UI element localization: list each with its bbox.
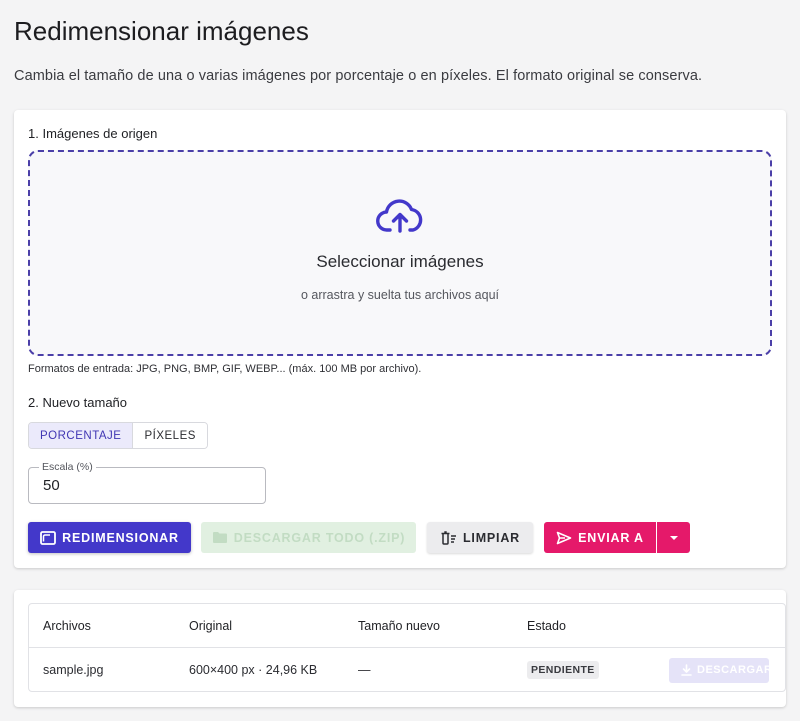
download-cell: DESCARGAR — [669, 648, 773, 691]
download-icon — [681, 664, 692, 676]
resize-section-label: 2. Nuevo tamaño — [28, 395, 128, 410]
table-header-row: Archivos Original Tamaño nuevo Estado — [29, 604, 785, 648]
new-size: — — [358, 663, 371, 677]
status-badge: PENDIENTE — [527, 661, 599, 679]
original-size: 600×400 px · 24,96 KB — [189, 663, 318, 677]
image-dropzone[interactable]: Seleccionar imágenes o arrastra y suelta… — [28, 150, 772, 356]
files-table: Archivos Original Tamaño nuevo Estado sa… — [28, 603, 786, 692]
resize-button[interactable]: REDIMENSIONAR — [28, 522, 191, 553]
mode-percentage-button[interactable]: PORCENTAJE — [29, 423, 134, 448]
page-description: Cambia el tamaño de una o varias imágene… — [14, 68, 703, 84]
clear-list-icon — [440, 530, 457, 545]
folder-icon — [212, 531, 228, 544]
send-to-button[interactable]: ENVIAR A — [544, 522, 656, 553]
scale-field-label: Escala (%) — [39, 461, 96, 473]
dropzone-title: Seleccionar imágenes — [316, 252, 484, 271]
send-icon — [556, 531, 572, 545]
column-header-original: Original — [189, 619, 233, 633]
dropzone-subtitle: o arrastra y suelta tus archivos aquí — [300, 288, 499, 302]
download-all-button-label: DESCARGAR TODO (.ZIP) — [233, 530, 406, 545]
mode-pixels-button[interactable]: PÍXELES — [133, 423, 207, 448]
page-title: Redimensionar imágenes — [14, 16, 309, 46]
clear-button[interactable]: LIMPIAR — [427, 522, 533, 553]
row-download-button[interactable]: DESCARGAR — [669, 657, 773, 683]
formats-note: Formatos de entrada: JPG, PNG, BMP, GIF,… — [28, 363, 422, 375]
status-cell: PENDIENTE — [527, 648, 599, 691]
download-all-button[interactable]: DESCARGAR TODO (.ZIP) — [201, 522, 416, 553]
resize-mode-toggle: PORCENTAJE PÍXELES — [28, 422, 208, 449]
image-icon — [40, 530, 57, 545]
scale-input[interactable] — [43, 477, 243, 494]
scale-field: Escala (%) — [28, 461, 266, 504]
resize-form-card: 1. Imágenes de origen Seleccionar imágen… — [14, 110, 786, 568]
column-header-new-size: Tamaño nuevo — [358, 619, 441, 633]
column-header-status: Estado — [527, 619, 566, 633]
source-section-label: 1. Imágenes de origen — [28, 126, 158, 141]
file-name: sample.jpg — [43, 663, 104, 677]
caret-down-icon — [669, 535, 679, 541]
clear-button-label: LIMPIAR — [463, 530, 520, 545]
send-to-button-label: ENVIAR A — [578, 530, 644, 545]
resize-button-label: REDIMENSIONAR — [62, 530, 179, 545]
column-header-files: Archivos — [43, 619, 91, 633]
files-table-card: Archivos Original Tamaño nuevo Estado sa… — [14, 590, 786, 707]
send-to-menu-button[interactable] — [657, 522, 690, 553]
table-row: sample.jpg 600×400 px · 24,96 KB — PENDI… — [29, 648, 785, 691]
row-download-label: DESCARGAR — [697, 664, 773, 676]
cloud-upload-icon — [376, 199, 423, 233]
